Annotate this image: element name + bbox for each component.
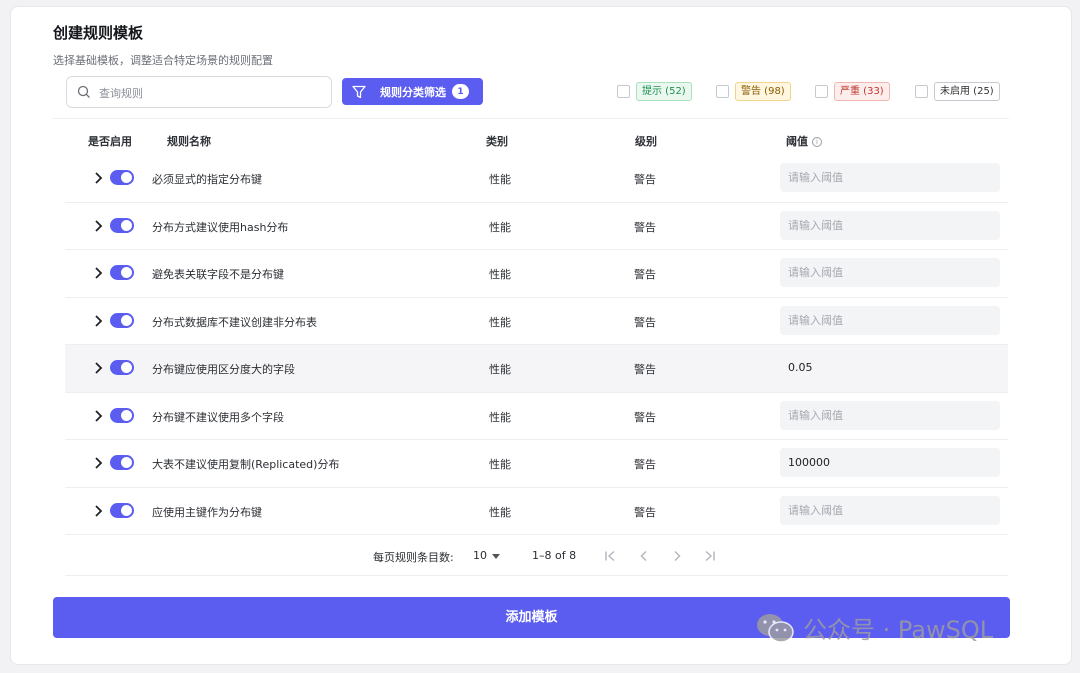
rule-table-body: 必须显式的指定分布键 性能 警告 分布方式建议使用hash分布 性能 警告 避免… — [65, 155, 1008, 535]
chevron-right-icon[interactable] — [94, 456, 104, 470]
rule-name: 大表不建议使用复制(Replicated)分布 — [152, 458, 340, 471]
rule-level: 警告 — [634, 458, 656, 471]
prev-page-icon[interactable] — [638, 550, 650, 562]
table-row: 避免表关联字段不是分布键 性能 警告 — [65, 250, 1008, 298]
disabled-tag: 未启用 (25) — [934, 82, 1000, 101]
threshold-input[interactable] — [780, 258, 1000, 287]
enable-toggle[interactable] — [110, 502, 134, 518]
rule-category: 性能 — [489, 458, 511, 471]
col-category: 类别 — [486, 135, 508, 148]
warn-checkbox[interactable] — [716, 85, 729, 98]
chevron-right-icon[interactable] — [94, 361, 104, 375]
threshold-input[interactable] — [780, 210, 1000, 240]
threshold-input[interactable] — [780, 163, 1000, 192]
chevron-right-icon[interactable] — [94, 219, 104, 233]
enable-toggle[interactable] — [110, 407, 134, 423]
col-name: 规则名称 — [167, 135, 211, 148]
table-row: 分布方式建议使用hash分布 性能 警告 — [65, 203, 1008, 250]
divider — [53, 118, 1009, 119]
rule-name: 避免表关联字段不是分布键 — [152, 268, 284, 281]
rule-name: 分布键应使用区分度大的字段 — [152, 363, 295, 376]
level-filter-severe[interactable]: 严重 (33) — [815, 82, 890, 101]
warn-tag: 警告 (98) — [735, 82, 791, 101]
rule-level: 警告 — [634, 410, 656, 424]
wechat-icon — [757, 613, 794, 643]
search-icon — [77, 85, 90, 98]
rule-name: 分布键不建议使用多个字段 — [152, 410, 284, 424]
table-row: 大表不建议使用复制(Replicated)分布 性能 警告 — [65, 440, 1008, 488]
hint-checkbox[interactable] — [617, 85, 630, 98]
search-box[interactable] — [66, 76, 332, 108]
caret-down-icon[interactable] — [492, 554, 500, 559]
chevron-right-icon[interactable] — [94, 266, 104, 280]
rule-category: 性能 — [489, 173, 511, 186]
chevron-right-icon[interactable] — [94, 171, 104, 185]
col-level: 级别 — [635, 135, 657, 148]
rule-category: 性能 — [489, 363, 511, 376]
threshold-input[interactable] — [780, 400, 1000, 430]
filter-label: 规则分类筛选 — [380, 85, 446, 99]
hint-tag: 提示 (52) — [636, 82, 692, 101]
page-subtitle: 选择基础模板，调整适合特定场景的规则配置 — [53, 54, 273, 67]
filter-icon — [352, 85, 366, 98]
chevron-right-icon[interactable] — [94, 409, 104, 423]
table-header: 是否启用 规则名称 类别 级别 阈值 i — [53, 126, 1009, 156]
enable-toggle[interactable] — [110, 455, 134, 470]
rule-level: 警告 — [634, 268, 656, 281]
filter-count-badge: 1 — [452, 84, 469, 99]
col-enabled: 是否启用 — [88, 135, 132, 148]
rule-name: 分布式数据库不建议创建非分布表 — [152, 315, 317, 329]
enable-toggle[interactable] — [110, 312, 134, 328]
rule-level: 警告 — [634, 220, 656, 234]
severe-tag: 严重 (33) — [834, 82, 890, 101]
pagination: 每页规则条目数: 10 1–8 of 8 — [65, 536, 1008, 576]
rule-category: 性能 — [489, 268, 511, 281]
disabled-checkbox[interactable] — [915, 85, 928, 98]
next-page-icon[interactable] — [671, 550, 683, 562]
table-row: 分布键不建议使用多个字段 性能 警告 — [65, 393, 1008, 440]
rule-name: 应使用主键作为分布键 — [152, 505, 262, 519]
rule-name: 必须显式的指定分布键 — [152, 173, 262, 186]
rule-name: 分布方式建议使用hash分布 — [152, 220, 289, 234]
threshold-input[interactable] — [780, 495, 1000, 525]
search-input[interactable] — [99, 83, 319, 103]
rule-level: 警告 — [634, 505, 656, 519]
table-row: 必须显式的指定分布键 性能 警告 — [65, 155, 1008, 203]
watermark: 公众号 · PawSQL — [755, 610, 993, 645]
page-title: 创建规则模板 — [53, 24, 144, 42]
rows-per-page-select[interactable]: 10 — [473, 549, 487, 562]
col-threshold-label: 阈值 — [786, 135, 808, 148]
table-row: 分布键应使用区分度大的字段 性能 警告 — [65, 345, 1008, 393]
page-range: 1–8 of 8 — [532, 549, 577, 562]
enable-toggle[interactable] — [110, 360, 134, 375]
rule-level: 警告 — [634, 173, 656, 186]
rule-category: 性能 — [489, 220, 511, 234]
level-filter-warn[interactable]: 警告 (98) — [716, 82, 791, 101]
category-filter-button[interactable]: 规则分类筛选 1 — [342, 78, 483, 105]
threshold-input[interactable] — [780, 448, 1000, 477]
enable-toggle[interactable] — [110, 170, 134, 185]
level-filter-disabled[interactable]: 未启用 (25) — [915, 82, 1000, 101]
table-row: 分布式数据库不建议创建非分布表 性能 警告 — [65, 298, 1008, 345]
watermark-text: 公众号 · PawSQL — [803, 616, 994, 644]
rule-level: 警告 — [634, 363, 656, 376]
severe-checkbox[interactable] — [815, 85, 828, 98]
enable-toggle[interactable] — [110, 217, 134, 233]
enable-toggle[interactable] — [110, 265, 134, 280]
rule-category: 性能 — [489, 410, 511, 424]
rule-category: 性能 — [489, 505, 511, 519]
col-threshold: 阈值 i — [786, 133, 822, 149]
rule-level: 警告 — [634, 315, 656, 329]
last-page-icon[interactable] — [704, 550, 716, 562]
threshold-input[interactable] — [780, 353, 1000, 382]
info-icon[interactable]: i — [812, 137, 822, 147]
chevron-right-icon[interactable] — [94, 314, 104, 328]
threshold-input[interactable] — [780, 305, 1000, 335]
first-page-icon[interactable] — [604, 550, 616, 562]
rows-per-page-label: 每页规则条目数: — [373, 551, 454, 564]
chevron-right-icon[interactable] — [94, 504, 104, 518]
table-row: 应使用主键作为分布键 性能 警告 — [65, 488, 1008, 535]
rule-category: 性能 — [489, 315, 511, 329]
level-filter-hint[interactable]: 提示 (52) — [617, 82, 692, 101]
